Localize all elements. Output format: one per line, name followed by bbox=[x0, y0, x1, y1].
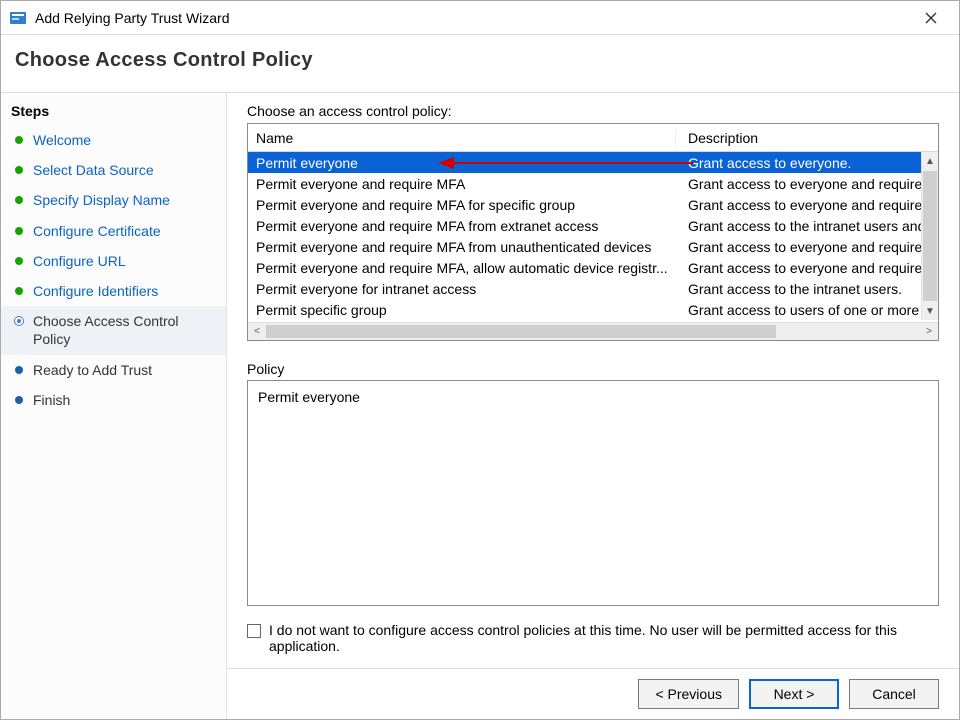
policy-name-cell: Permit everyone and require MFA for spec… bbox=[248, 197, 676, 213]
policy-desc-cell: Grant access to the intranet users. bbox=[676, 281, 938, 297]
step-dot-icon bbox=[15, 227, 23, 235]
policy-name-cell: Permit everyone and require MFA, allow a… bbox=[248, 260, 676, 276]
step-dot-icon bbox=[15, 396, 23, 404]
step-item[interactable]: Welcome bbox=[1, 125, 226, 155]
policy-row[interactable]: Permit everyone for intranet accessGrant… bbox=[248, 278, 938, 299]
policy-row[interactable]: Permit everyone and require MFA from una… bbox=[248, 236, 938, 257]
vertical-scrollbar[interactable]: ▲ ▼ bbox=[921, 152, 938, 320]
scroll-left-icon[interactable]: < bbox=[248, 326, 266, 337]
step-item[interactable]: Select Data Source bbox=[1, 155, 226, 185]
scroll-down-icon[interactable]: ▼ bbox=[922, 302, 938, 320]
column-description[interactable]: Description bbox=[676, 130, 938, 146]
step-dot-icon bbox=[15, 196, 23, 204]
policy-desc-cell: Grant access to everyone and require MFA… bbox=[676, 239, 938, 255]
policy-desc-cell: Grant access to everyone and require MFA… bbox=[676, 176, 938, 192]
step-dot-icon bbox=[15, 257, 23, 265]
policy-name-cell: Permit specific group bbox=[248, 302, 676, 318]
skip-config-row: I do not want to configure access contro… bbox=[247, 622, 939, 654]
skip-config-label: I do not want to configure access contro… bbox=[269, 622, 909, 654]
policy-detail-text: Permit everyone bbox=[258, 389, 360, 405]
wizard-body: Steps Welcome Select Data Source Specify D… bbox=[1, 92, 959, 719]
step-label: Select Data Source bbox=[33, 161, 154, 179]
main-panel: Choose an access control policy: Name De… bbox=[227, 93, 959, 719]
step-item[interactable]: Ready to Add Trust bbox=[1, 355, 226, 385]
policy-name-cell: Permit everyone bbox=[248, 155, 676, 171]
step-label: Ready to Add Trust bbox=[33, 361, 152, 379]
step-label: Welcome bbox=[33, 131, 91, 149]
policy-desc-cell: Grant access to the intranet users and r… bbox=[676, 218, 938, 234]
step-item[interactable]: Configure Certificate bbox=[1, 216, 226, 246]
policy-name-cell: Permit everyone and require MFA from ext… bbox=[248, 218, 676, 234]
policy-name-cell: Permit everyone and require MFA bbox=[248, 176, 676, 192]
step-label: Specify Display Name bbox=[33, 191, 170, 209]
policy-name-cell: Permit everyone for intranet access bbox=[248, 281, 676, 297]
wizard-footer: < Previous Next > Cancel bbox=[227, 668, 959, 719]
step-item[interactable]: Finish bbox=[1, 385, 226, 415]
hscroll-track[interactable] bbox=[266, 323, 920, 340]
policy-row[interactable]: Permit specific groupGrant access to use… bbox=[248, 299, 938, 320]
policy-desc-cell: Grant access to everyone and require MFA… bbox=[676, 260, 938, 276]
previous-button[interactable]: < Previous bbox=[638, 679, 739, 709]
step-label: Choose Access Control Policy bbox=[33, 312, 212, 348]
listbox-columns: Name Description bbox=[248, 124, 938, 152]
step-label: Configure Certificate bbox=[33, 222, 161, 240]
hscroll-thumb[interactable] bbox=[266, 325, 776, 338]
step-item[interactable]: Choose Access Control Policy bbox=[1, 306, 226, 354]
step-dot-icon bbox=[15, 287, 23, 295]
steps-heading: Steps bbox=[1, 99, 226, 125]
scroll-thumb[interactable] bbox=[923, 171, 937, 301]
close-button[interactable] bbox=[911, 1, 951, 35]
policy-section-label: Policy bbox=[247, 361, 939, 377]
titlebar: Add Relying Party Trust Wizard bbox=[1, 1, 959, 35]
policy-detail-box: Permit everyone bbox=[247, 380, 939, 606]
steps-sidebar: Steps Welcome Select Data Source Specify D… bbox=[1, 93, 227, 719]
listbox-rows: Permit everyoneGrant access to everyone.… bbox=[248, 152, 938, 322]
column-name[interactable]: Name bbox=[248, 130, 676, 146]
step-label: Finish bbox=[33, 391, 70, 409]
step-label: Configure Identifiers bbox=[33, 282, 158, 300]
policy-row[interactable]: Permit everyone and require MFAGrant acc… bbox=[248, 173, 938, 194]
step-item[interactable]: Specify Display Name bbox=[1, 185, 226, 215]
policy-desc-cell: Grant access to everyone and require MFA… bbox=[676, 197, 938, 213]
page-title: Choose Access Control Policy bbox=[1, 35, 959, 92]
step-dot-icon bbox=[15, 366, 23, 374]
policy-row[interactable]: Permit everyone and require MFA, allow a… bbox=[248, 257, 938, 278]
step-dot-icon bbox=[15, 136, 23, 144]
choose-policy-label: Choose an access control policy: bbox=[247, 103, 939, 123]
wizard-window: Add Relying Party Trust Wizard Choose Ac… bbox=[0, 0, 960, 720]
scroll-up-icon[interactable]: ▲ bbox=[922, 152, 938, 170]
horizontal-scrollbar[interactable]: < > bbox=[248, 322, 938, 340]
policy-desc-cell: Grant access to everyone. bbox=[676, 155, 938, 171]
step-item[interactable]: Configure URL bbox=[1, 246, 226, 276]
scroll-right-icon[interactable]: > bbox=[920, 326, 938, 337]
step-item[interactable]: Configure Identifiers bbox=[1, 276, 226, 306]
app-icon bbox=[9, 9, 27, 27]
policy-row[interactable]: Permit everyone and require MFA from ext… bbox=[248, 215, 938, 236]
step-label: Configure URL bbox=[33, 252, 126, 270]
policy-row[interactable]: Permit everyone and require MFA for spec… bbox=[248, 194, 938, 215]
policy-name-cell: Permit everyone and require MFA from una… bbox=[248, 239, 676, 255]
policy-listbox[interactable]: Name Description Permit everyoneGrant ac… bbox=[247, 123, 939, 341]
policy-row[interactable]: Permit everyoneGrant access to everyone. bbox=[248, 152, 938, 173]
step-dot-icon bbox=[15, 166, 23, 174]
step-dot-icon bbox=[15, 317, 23, 325]
window-title: Add Relying Party Trust Wizard bbox=[35, 10, 911, 26]
skip-config-checkbox[interactable] bbox=[247, 624, 261, 638]
next-button[interactable]: Next > bbox=[749, 679, 839, 709]
policy-desc-cell: Grant access to users of one or more spe… bbox=[676, 302, 938, 318]
cancel-button[interactable]: Cancel bbox=[849, 679, 939, 709]
